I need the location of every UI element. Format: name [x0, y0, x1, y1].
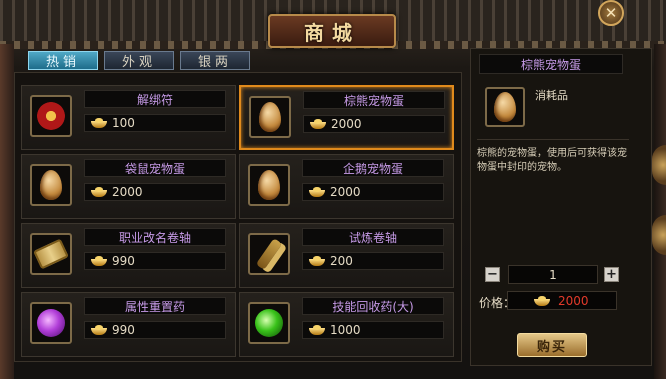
egg-icon — [259, 102, 281, 132]
item-price: 990 — [84, 252, 226, 270]
gold-ingot-icon — [309, 187, 325, 197]
tab-appearance[interactable]: 外观 — [104, 51, 174, 70]
scroll-icon — [33, 238, 69, 270]
tab-label: 银两 — [197, 55, 232, 70]
item-price-value: 990 — [112, 323, 135, 337]
tab-silver[interactable]: 银两 — [180, 51, 250, 70]
item-price-value: 2000 — [330, 185, 361, 199]
minus-icon: − — [487, 267, 498, 282]
gold-ingot-icon — [309, 256, 325, 266]
item-price-value: 100 — [112, 116, 135, 130]
green-potion-icon — [255, 309, 283, 337]
item-name: 袋鼠宠物蛋 — [84, 159, 226, 177]
right-edge-orb — [652, 215, 666, 255]
scroll-icon — [255, 238, 283, 270]
buy-button-label: 购买 — [536, 339, 567, 355]
total-price: 2000 — [507, 291, 617, 310]
tab-hot-sale[interactable]: 热销 — [28, 51, 98, 70]
item-list-panel: 解绑符 100 棕熊宠物蛋 2000 袋鼠宠物蛋 2000 企鹅宠物蛋 2000… — [14, 72, 462, 362]
detail-icon-slot — [485, 87, 525, 127]
gold-ingot-icon — [309, 325, 325, 335]
item-price-value: 2000 — [112, 185, 143, 199]
item-name: 职业改名卷轴 — [84, 228, 226, 246]
shop-item[interactable]: 袋鼠宠物蛋 2000 — [21, 154, 236, 219]
shop-item[interactable]: 技能回收药(大) 1000 — [239, 292, 454, 357]
item-price: 1000 — [302, 321, 444, 339]
shop-item[interactable]: 解绑符 100 — [21, 85, 236, 150]
window-title: 商城 — [304, 20, 360, 45]
detail-description: 棕熊的宠物蛋，使用后可获得该宠物蛋中封印的宠物。 — [477, 148, 627, 173]
right-edge-orb — [652, 145, 666, 185]
tab-label: 外观 — [121, 55, 156, 70]
quantity-increase-button[interactable]: + — [604, 267, 619, 282]
right-border-decoration — [654, 44, 666, 379]
item-name: 企鹅宠物蛋 — [302, 159, 444, 177]
shop-item-selected[interactable]: 棕熊宠物蛋 2000 — [239, 85, 454, 150]
item-icon-slot — [30, 164, 72, 206]
item-icon-slot — [30, 302, 72, 344]
item-name: 棕熊宠物蛋 — [303, 91, 445, 109]
quantity-input[interactable]: 1 — [508, 265, 598, 284]
buy-button[interactable]: 购买 — [517, 333, 587, 357]
item-price: 2000 — [84, 183, 226, 201]
egg-icon — [40, 170, 62, 200]
tab-label: 热销 — [45, 55, 80, 70]
gold-ingot-icon — [91, 187, 107, 197]
item-icon-slot — [30, 95, 72, 137]
egg-icon — [258, 170, 280, 200]
gold-ingot-icon — [91, 118, 107, 128]
divider — [477, 139, 629, 140]
item-icon-slot — [249, 96, 291, 138]
item-name: 试炼卷轴 — [302, 228, 444, 246]
talisman-icon — [37, 102, 65, 130]
detail-item-type: 消耗品 — [535, 89, 568, 102]
item-icon-slot — [248, 164, 290, 206]
left-border-decoration — [0, 44, 14, 379]
plus-icon: + — [606, 267, 617, 282]
item-icon-slot — [30, 233, 72, 275]
close-icon: ✕ — [604, 4, 618, 22]
quantity-decrease-button[interactable]: − — [485, 267, 500, 282]
detail-item-name: 棕熊宠物蛋 — [479, 54, 623, 74]
window-title-plate: 商城 — [268, 14, 396, 48]
item-price: 2000 — [303, 115, 445, 133]
item-price: 200 — [302, 252, 444, 270]
gold-ingot-icon — [91, 325, 107, 335]
item-price-value: 200 — [330, 254, 353, 268]
item-price: 990 — [84, 321, 226, 339]
item-price-value: 2000 — [331, 117, 362, 131]
item-name: 属性重置药 — [84, 297, 226, 315]
gold-ingot-icon — [534, 295, 550, 306]
gold-ingot-icon — [310, 119, 326, 129]
shop-item[interactable]: 职业改名卷轴 990 — [21, 223, 236, 288]
item-price-value: 1000 — [330, 323, 361, 337]
total-price-value: 2000 — [558, 293, 589, 308]
egg-icon — [494, 92, 516, 122]
purple-potion-icon — [37, 309, 65, 337]
item-price-value: 990 — [112, 254, 135, 268]
gold-ingot-icon — [91, 256, 107, 266]
shop-item[interactable]: 试炼卷轴 200 — [239, 223, 454, 288]
item-name: 解绑符 — [84, 90, 226, 108]
item-price: 100 — [84, 114, 226, 132]
item-detail-panel: 棕熊宠物蛋 消耗品 棕熊的宠物蛋，使用后可获得该宠物蛋中封印的宠物。 − 1 +… — [470, 48, 652, 366]
item-price: 2000 — [302, 183, 444, 201]
item-name: 技能回收药(大) — [302, 297, 444, 315]
item-icon-slot — [248, 302, 290, 344]
close-button[interactable]: ✕ — [598, 0, 624, 26]
shop-item[interactable]: 属性重置药 990 — [21, 292, 236, 357]
shop-item[interactable]: 企鹅宠物蛋 2000 — [239, 154, 454, 219]
item-icon-slot — [248, 233, 290, 275]
